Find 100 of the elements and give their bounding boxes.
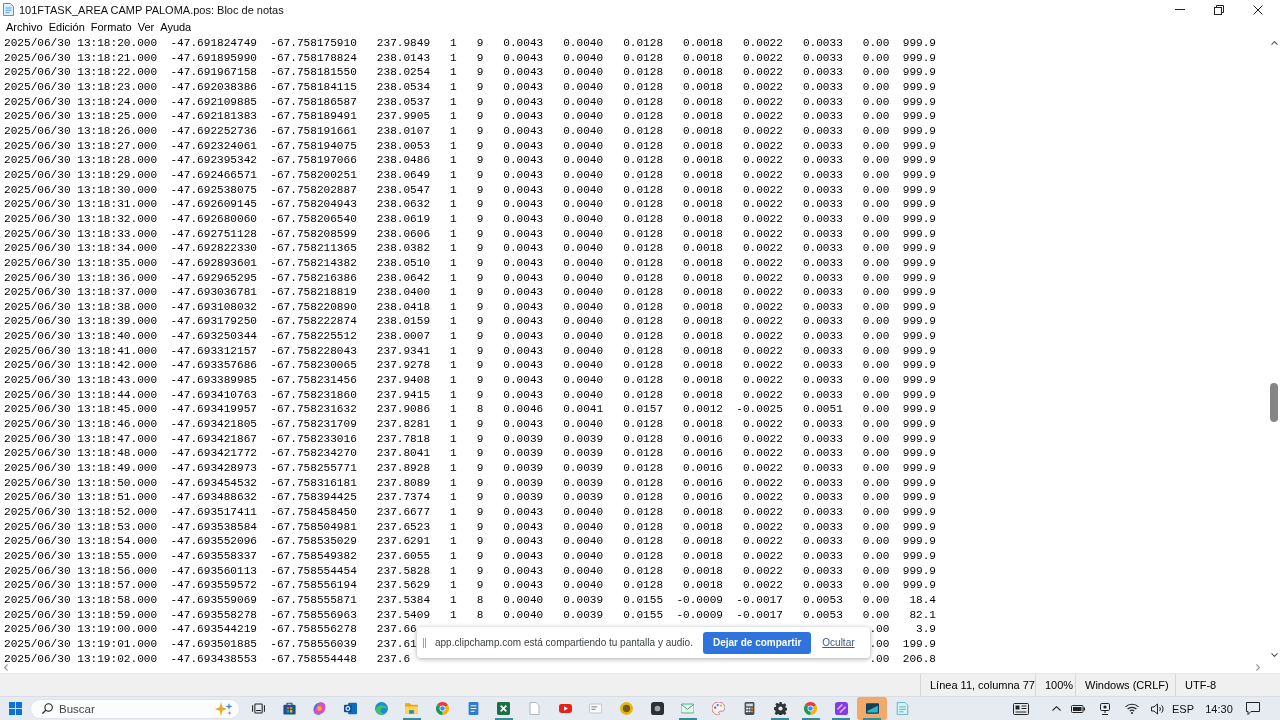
text-line: 2025/06/30 13:18:50.000 -47.693454532 -67.758316181 237.8089 1 9 0.0039 0.0039 0.0128 0.0016 0.0022 0.0033 0.00 999.9 [4,475,937,491]
text-line: 2025/06/30 13:19:01.000 -47.693501885 -67.758556039 237.61 [4,636,417,652]
text-line: 2025/06/30 13:18:30.000 -47.692538075 -67.758202887 238.0547 1 9 0.0043 0.0040 0.0128 0.0018 0.0022 0.0033 0.00 999.9 [4,182,937,198]
tricolor-circle-icon [804,702,818,715]
lined-page-icon [896,702,910,715]
chat-bubble-icon[interactable] [1246,702,1260,715]
taskbar-button[interactable] [856,697,888,720]
document-icon [466,702,480,715]
text-line: 2025/06/30 13:18:36.000 -47.692965295 -67.758216386 238.0642 1 9 0.0043 0.0040 0.0128 0.0018 0.0022 0.0033 0.00 999.9 [4,270,937,286]
text-line: 2025/06/30 13:18:44.000 -47.693410763 -67.758231860 237.9415 1 9 0.0043 0.0040 0.0128 0.0018 0.0022 0.0033 0.00 999.9 [4,387,937,403]
menu-item[interactable]: Formato [87,20,135,35]
text-line: 2025/06/30 13:18:39.000 -47.693179250 -67.758222874 238.0159 1 9 0.0043 0.0040 0.0128 0.0018 0.0022 0.0033 0.00 999.9 [4,314,937,330]
menu-item[interactable]: Ver [134,20,158,35]
text-line: 2025/06/30 13:18:46.000 -47.693421805 -67.758231709 237.8281 1 9 0.0043 0.0040 0.0128 0.0018 0.0022 0.0033 0.00 999.9 [4,417,937,432]
calculator-icon [742,702,756,715]
text-line: 2025/06/30 13:18:38.000 -47.693108032 -67.758220890 238.0418 1 9 0.0043 0.0040 0.0128 0.0018 0.0022 0.0033 0.00 999.9 [4,299,937,315]
text-line: 2025/06/30 13:18:55.000 -47.693558337 -67.758549382 237.6055 1 9 0.0043 0.0040 0.0128 0.0018 0.0022 0.0033 0.00 999.9 [4,548,937,564]
menu-item[interactable]: Ayuda [157,20,195,35]
search-icon [42,703,53,714]
coin-icon [620,702,634,715]
battery-icon[interactable] [1071,704,1085,713]
text-line: 2025/06/30 13:19:02.000 -47.693438553 -67.758554448 237.6 [4,651,411,662]
text-line: 2025/06/30 13:18:47.000 -47.693421867 -67.758233016 237.7818 1 9 0.0039 0.0039 0.0128 0.0016 0.0022 0.0033 0.00 999.9 [4,431,937,447]
window-icon [865,702,879,715]
start-icon [8,702,22,715]
text-line: 2025/06/30 13:18:58.000 -47.693559069 -67.758555871 237.5384 1 8 0.0040 0.0039 0.0155 -0.0009 -0.0017 0.0053 0.00 18.4 [4,592,937,608]
text-line: 2025/06/30 13:18:40.000 -47.693250344 -67.758225512 238.0007 1 9 0.0043 0.0040 0.0128 0.0018 0.0022 0.0033 0.00 999.9 [4,329,937,344]
scroll-left-icon[interactable] [4,664,8,671]
swirl-icon [313,702,327,715]
text-line: 2025/06/30 13:18:37.000 -47.693036781 -67.758218819 238.0400 1 9 0.0043 0.0040 0.0128 0.0018 0.0022 0.0033 0.00 999.9 [4,285,937,300]
card-icon [589,702,603,715]
menu-item[interactable]: Edición [45,20,88,35]
text-line: 2025/06/30 13:18:57.000 -47.693559572 -67.758556194 237.5629 1 9 0.0043 0.0040 0.0128 0.0018 0.0022 0.0033 0.00 999.9 [4,578,937,593]
text-line: 2025/06/30 13:18:33.000 -47.692751128 -67.758208599 238.0606 1 9 0.0043 0.0040 0.0128 0.0018 0.0022 0.0033 0.00 999.9 [4,226,937,242]
tricolor-circle-icon [435,702,449,715]
text-line: 2025/06/30 13:18:49.000 -47.693428973 -67.758255771 237.8928 1 9 0.0039 0.0039 0.0128 0.0016 0.0022 0.0033 0.00 999.9 [4,461,937,476]
text-line: 2025/06/30 13:18:22.000 -47.691967158 -67.758181550 238.0254 1 9 0.0043 0.0040 0.0128 0.0018 0.0022 0.0033 0.00 999.9 [4,65,937,80]
scroll-down-icon[interactable] [1270,653,1278,657]
text-line: 2025/06/30 13:18:34.000 -47.692822330 -67.758211365 238.0382 1 9 0.0043 0.0040 0.0128 0.0018 0.0022 0.0033 0.00 999.9 [4,241,937,256]
stop-sharing-button[interactable]: Dejar de compartir [702,631,812,654]
text-line: 2025/06/30 13:18:25.000 -47.692181383 -67.758189491 237.9905 1 9 0.0043 0.0040 0.0128 0.0018 0.0022 0.0033 0.00 999.9 [4,109,937,124]
text-line: 2025/06/30 13:18:32.000 -47.692680060 -67.758206540 238.0619 1 9 0.0043 0.0040 0.0128 0.0018 0.0022 0.0033 0.00 999.9 [4,211,937,227]
clock[interactable]: 14:30 [1196,697,1242,720]
page-icon [528,702,542,715]
task-view-icon [251,702,265,715]
text-line: 2025/06/30 13:18:21.000 -47.691895990 -67.758178824 238.0143 1 9 0.0043 0.0040 0.0128 0.0018 0.0022 0.0033 0.00 999.9 [4,50,937,66]
wave-icon [374,702,388,715]
text-line: 2025/06/30 13:19:00.000 -47.693544219 -67.758556278 237.66 [4,622,417,637]
menu-item[interactable]: Archivo [3,20,46,35]
text-line: 2025/06/30 13:18:41.000 -47.693312157 -67.758228043 237.9341 1 9 0.0043 0.0040 0.0128 0.0018 0.0022 0.0033 0.00 999.9 [4,343,937,359]
camera-icon[interactable] [1098,702,1111,715]
text-line: 2025/06/30 13:18:52.000 -47.693517411 -67.758458450 237.6677 1 9 0.0043 0.0040 0.0128 0.0018 0.0022 0.0033 0.00 999.9 [4,505,937,520]
text-line: 2025/06/30 13:18:59.000 -47.693558278 -67.758556963 237.5409 1 8 0.0040 0.0039 0.0155 -0.0009 -0.0017 0.0053 0.00 82.1 [4,607,937,623]
bag-icon [282,702,296,715]
notepad-icon [3,3,14,16]
close-icon [1252,4,1263,15]
play-icon [558,702,572,715]
sparkles-icon [215,701,233,716]
window-title: 101FTASK_AREA CAMP PALOMA.pos: Bloc de notas [19,3,284,16]
text-line: 2025/06/30 13:18:24.000 -47.692109885 -67.758186587 238.0537 1 9 0.0043 0.0040 0.0128 0.0018 0.0022 0.0033 0.00 999.9 [4,94,937,110]
minimize-icon [1174,9,1185,10]
rounded-square-icon [650,702,664,715]
restore-icon [1213,4,1224,15]
share-message: app.clipchamp.com está compartiendo tu pantalla y audio. [435,637,693,648]
text-line: 2025/06/30 13:18:42.000 -47.693357686 -67.758230065 237.9278 1 9 0.0043 0.0040 0.0128 0.0018 0.0022 0.0033 0.00 999.9 [4,358,937,374]
text-line: 2025/06/30 13:18:26.000 -47.692252736 -67.758191661 238.0107 1 9 0.0043 0.0040 0.0128 0.0018 0.0022 0.0033 0.00 999.9 [4,123,937,139]
envelope-icon [343,702,357,715]
text-line: .00 199.9 [869,636,936,652]
text-line: 2025/06/30 13:18:27.000 -47.692324061 -67.758194075 238.0053 1 9 0.0043 0.0040 0.0128 0.0018 0.0022 0.0033 0.00 999.9 [4,138,937,154]
text-line: 2025/06/30 13:18:54.000 -47.693552096 -67.758535029 237.6291 1 9 0.0043 0.0040 0.0128 0.0018 0.0022 0.0033 0.00 999.9 [4,534,937,549]
folder-icon [405,702,419,715]
text-line: 2025/06/30 13:18:28.000 -47.692395342 -67.758197066 238.0486 1 9 0.0043 0.0040 0.0128 0.0018 0.0022 0.0033 0.00 999.9 [4,153,937,168]
search-bar[interactable]: Buscar [30,698,240,719]
text-line: 2025/06/30 13:18:20.000 -47.691824749 -67.758175910 237.9849 1 9 0.0043 0.0040 0.0128 0.0018 0.0022 0.0033 0.00 999.9 [4,36,937,51]
wifi-icon[interactable] [1124,703,1139,714]
text-line: 2025/06/30 13:18:35.000 -47.692893601 -67.758214382 238.0510 1 9 0.0043 0.0040 0.0128 0.0018 0.0022 0.0033 0.00 999.9 [4,255,937,271]
text-line: .00 206.8 [869,651,936,662]
striped-tile-icon [834,702,848,715]
text-line: 2025/06/30 13:18:23.000 -47.692038386 -67.758184115 238.0534 1 9 0.0043 0.0040 0.0128 0.0018 0.0022 0.0033 0.00 999.9 [4,79,937,95]
mail-icon [681,702,695,715]
text-line: 2025/06/30 13:18:45.000 -47.693419957 -67.758231632 237.9086 1 8 0.0046 0.0041 0.0157 0.0012 -0.0025 0.0051 0.00 999.9 [4,402,937,418]
scrollbar-thumb[interactable] [1270,383,1278,422]
input-language[interactable]: ESP [1170,697,1196,720]
text-line: 2025/06/30 13:18:51.000 -47.693488632 -67.758394425 237.7374 1 9 0.0039 0.0039 0.0128 0.0016 0.0022 0.0033 0.00 999.9 [4,490,937,505]
text-line: 2025/06/30 13:18:43.000 -47.693389985 -67.758231456 237.9408 1 9 0.0043 0.0040 0.0128 0.0018 0.0022 0.0033 0.00 999.9 [4,373,937,388]
spreadsheet-icon [497,702,511,715]
chevron-up-icon[interactable] [1051,706,1061,711]
text-line: 2025/06/30 13:18:56.000 -47.693560113 -67.758554454 237.5828 1 9 0.0043 0.0040 0.0128 0.0018 0.0022 0.0033 0.00 999.9 [4,563,937,579]
gear-icon [773,702,787,715]
text-line: .00 3.9 [869,622,936,637]
text-line: 2025/06/30 13:18:31.000 -47.692609145 -67.758204943 238.0632 1 9 0.0043 0.0040 0.0128 0.0018 0.0022 0.0033 0.00 999.9 [4,197,937,212]
scroll-right-icon[interactable] [1256,664,1260,671]
text-line: 2025/06/30 13:18:48.000 -47.693421772 -67.758234270 237.8041 1 9 0.0039 0.0039 0.0128 0.0016 0.0022 0.0033 0.00 999.9 [4,446,937,462]
search-field[interactable]: Buscar [59,702,215,715]
scroll-up-icon[interactable] [1270,41,1278,45]
text-line: 2025/06/30 13:18:53.000 -47.693538584 -67.758504981 237.6523 1 9 0.0043 0.0040 0.0128 0.0018 0.0022 0.0033 0.00 999.9 [4,519,937,535]
hide-link[interactable]: Ocultar [822,637,855,648]
speaker-icon[interactable] [1150,702,1165,715]
newspaper-icon[interactable] [1013,702,1029,715]
grip-icon[interactable] [423,637,426,648]
